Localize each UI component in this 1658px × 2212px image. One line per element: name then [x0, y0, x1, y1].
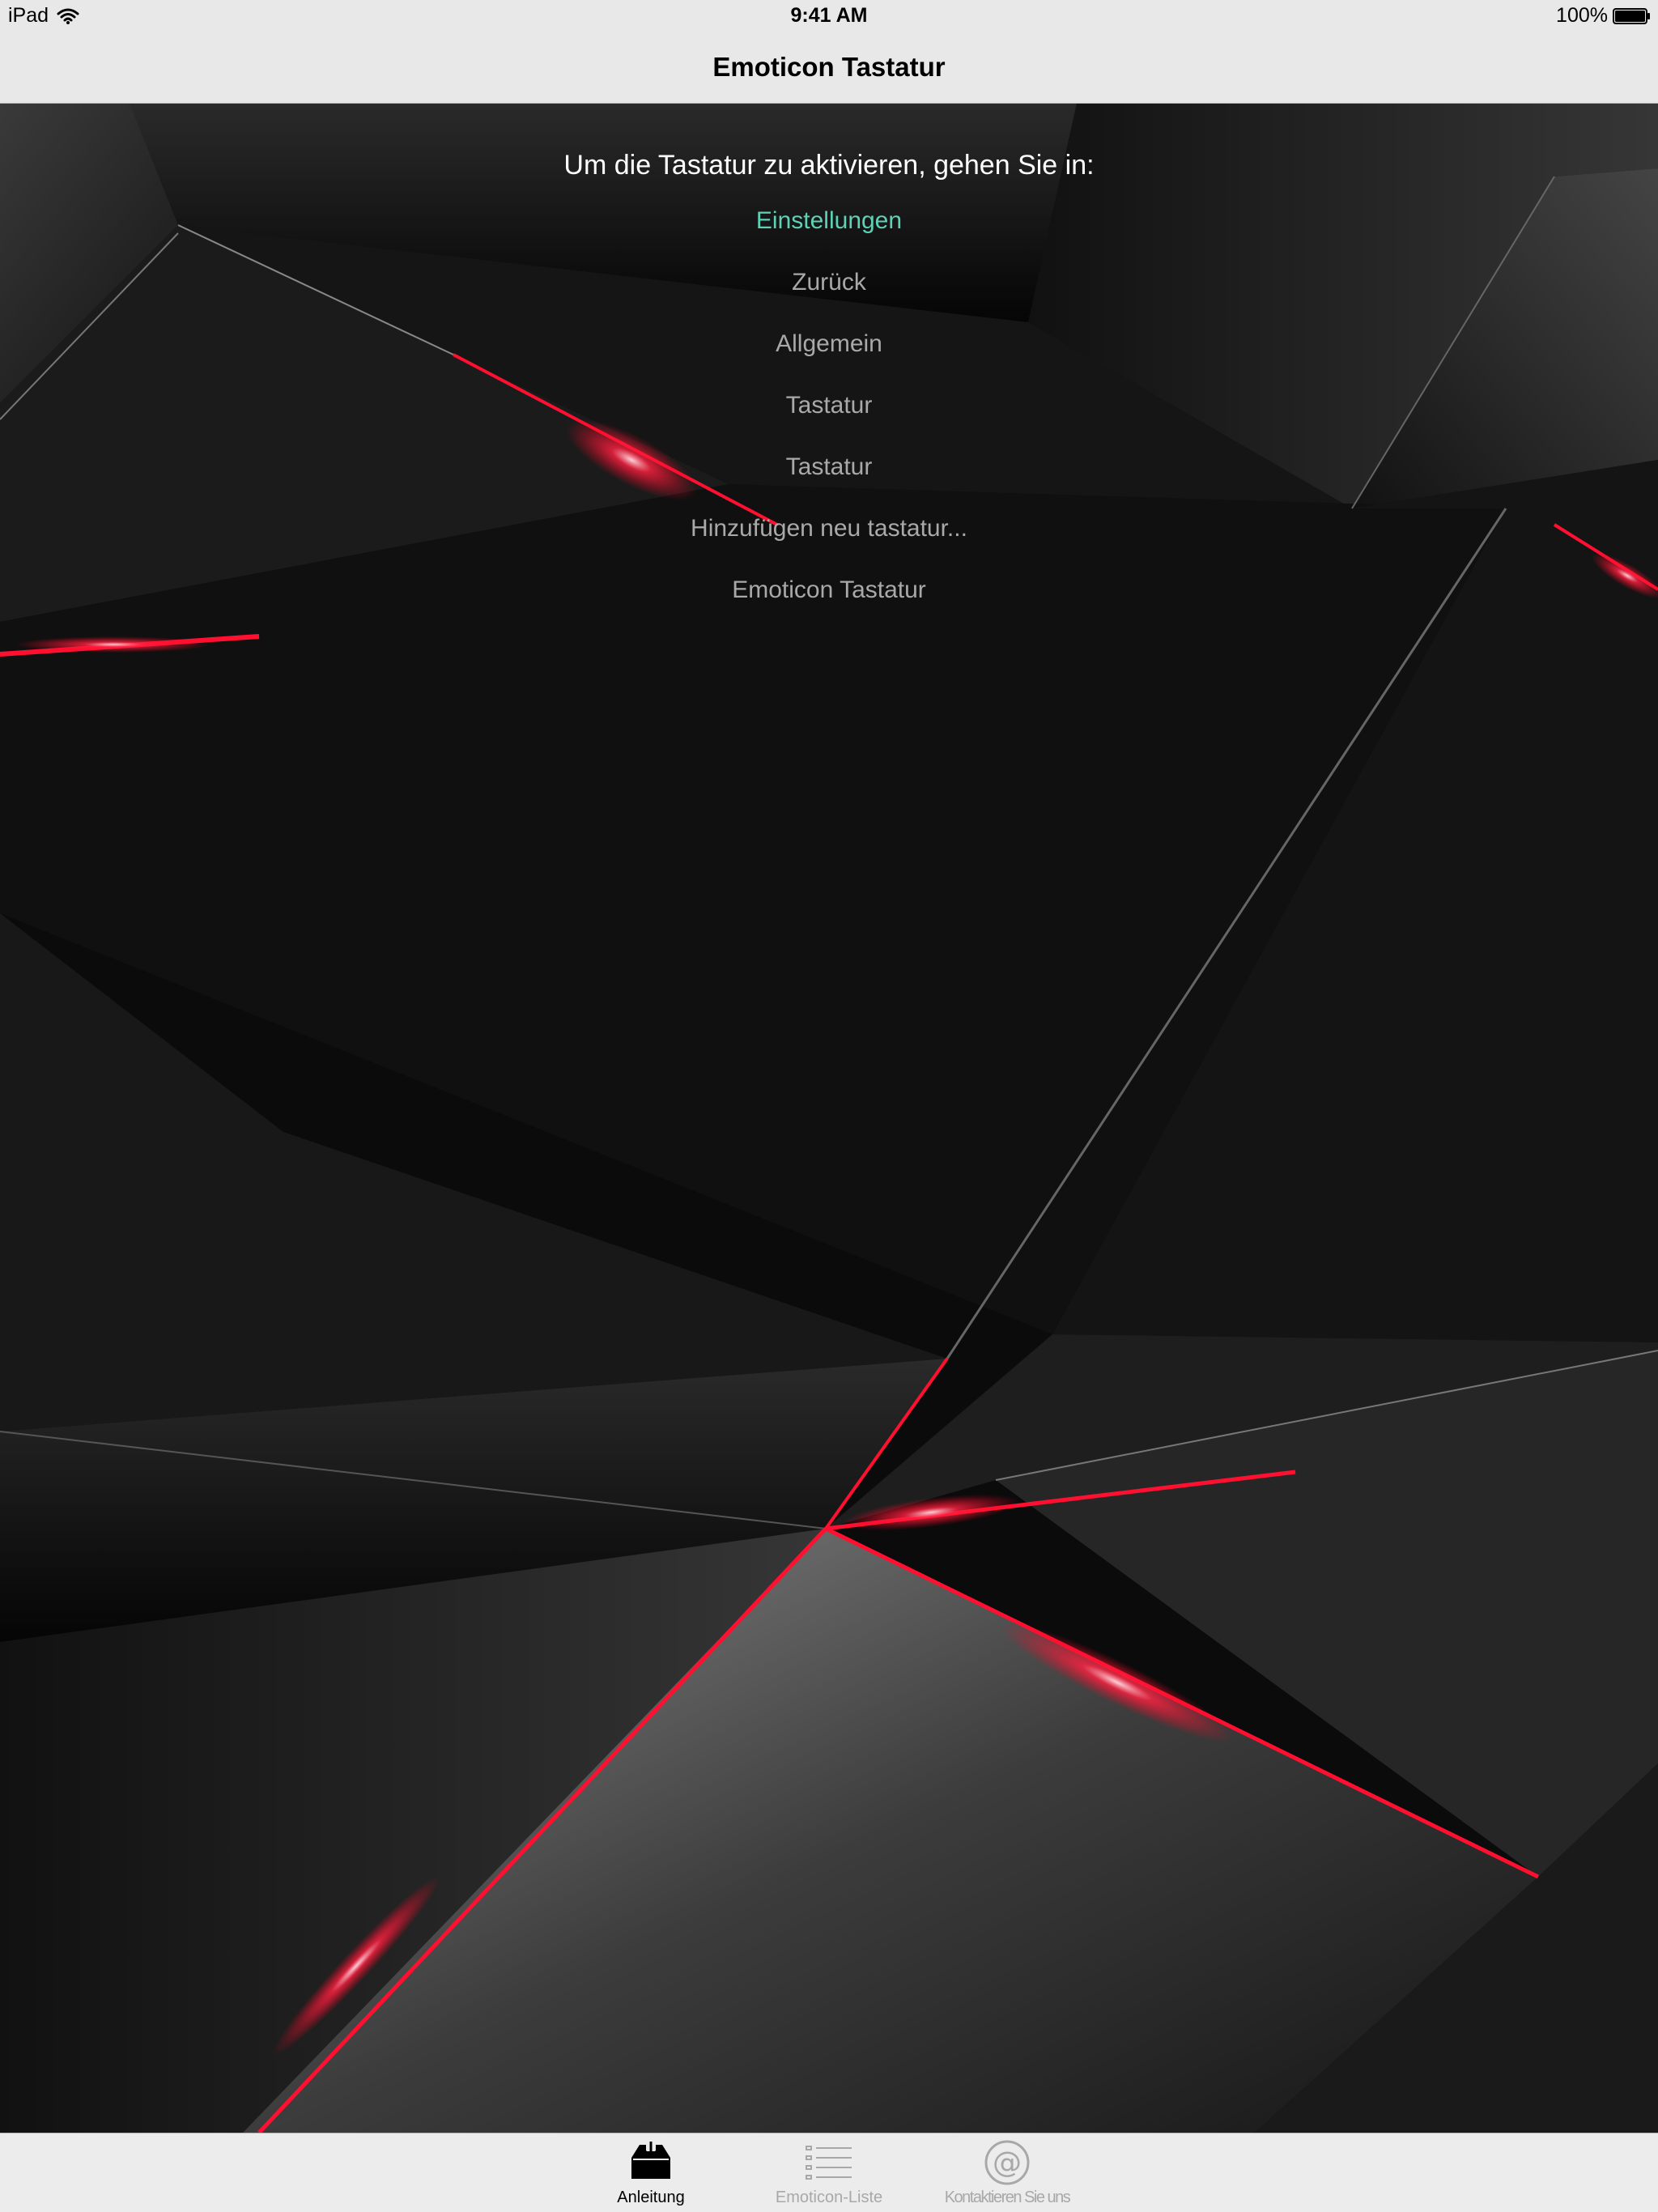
step-settings-link[interactable]: Einstellungen — [0, 207, 1658, 235]
at-sign-icon: @ — [984, 2140, 1030, 2185]
step-emoticon-keyboard: Emoticon Tastatur — [732, 576, 926, 603]
tab-label-kontakt: Kontaktieren Sie uns — [944, 2189, 1071, 2206]
step-general: Allgemein — [776, 330, 882, 357]
instructions-heading: Um die Tastatur zu aktivieren, gehen Sie… — [563, 150, 1095, 181]
status-right: 100% — [1556, 4, 1652, 28]
content-area: Um die Tastatur zu aktivieren, gehen Sie… — [0, 104, 1658, 2133]
battery-percentage: 100% — [1556, 4, 1608, 27]
tab-label-anleitung: Anleitung — [617, 2189, 685, 2206]
svg-text:@: @ — [993, 2146, 1022, 2180]
list-icon — [806, 2146, 852, 2180]
step-add-new-keyboard: Hinzufügen neu tastatur... — [691, 515, 967, 542]
battery-icon — [1613, 7, 1650, 24]
status-time: 9:41 AM — [790, 4, 868, 27]
nav-title: Emoticon Tastatur — [712, 52, 946, 82]
step-keyboards: Tastatur — [785, 453, 873, 480]
tab-kontakt[interactable]: @ Kontaktieren Sie uns — [910, 2133, 1104, 2212]
status-bar: iPad 9:41 AM 100% — [0, 0, 1658, 32]
tab-label-emoticon-liste: Emoticon-Liste — [775, 2189, 883, 2206]
step-back: Zurück — [792, 269, 866, 296]
navigation-bar: Emoticon Tastatur — [0, 32, 1658, 104]
app-screen: iPad 9:41 AM 100% Emoticon Tastatur Um d… — [0, 0, 1658, 2212]
download-tray-icon — [631, 2140, 670, 2179]
step-keyboard: Tastatur — [785, 392, 873, 419]
tab-bar: Anleitung Emoticon-Liste @ Kontaktieren … — [0, 2133, 1658, 2212]
tab-anleitung[interactable]: Anleitung — [554, 2133, 748, 2212]
tab-emoticon-liste[interactable]: Emoticon-Liste — [732, 2133, 926, 2212]
